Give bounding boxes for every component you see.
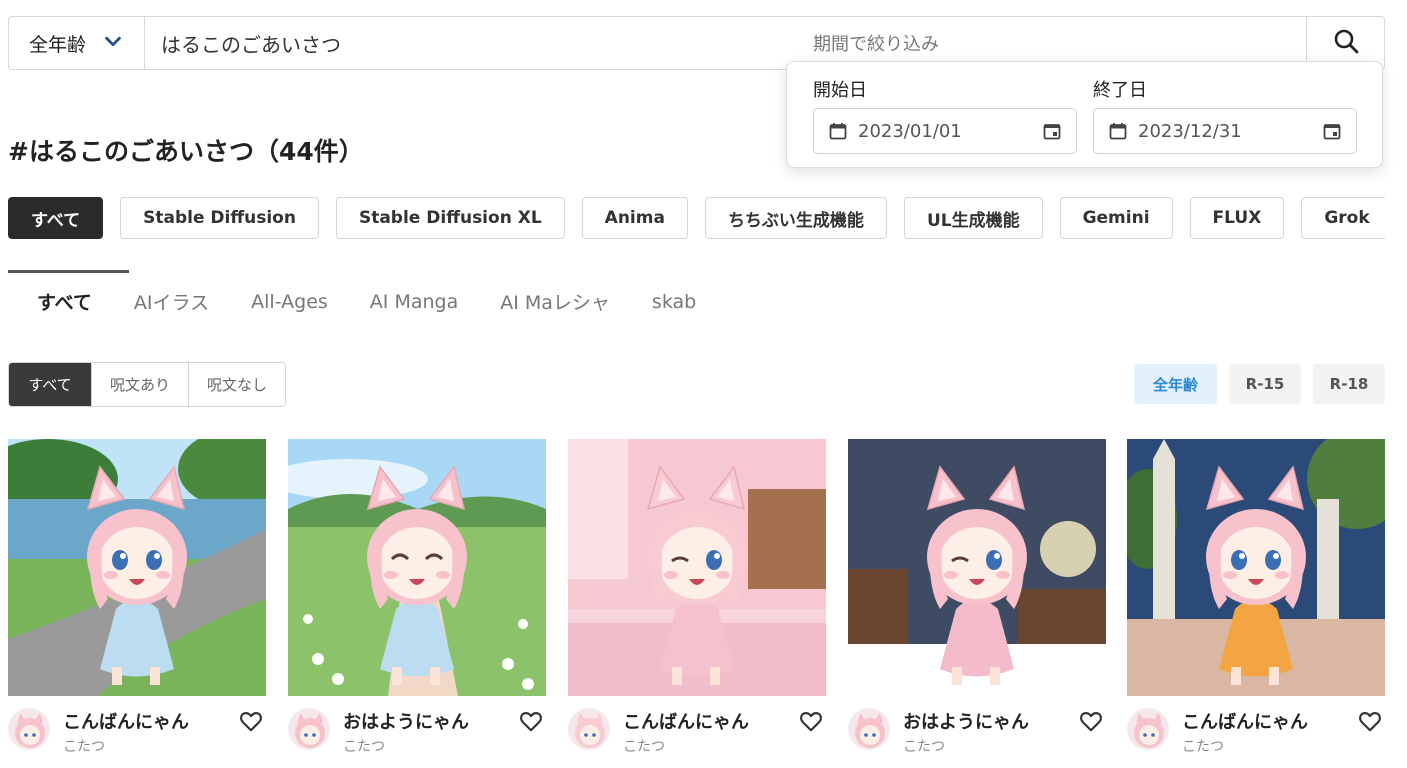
artwork-illustration [288,439,546,696]
model-chip[interactable]: すべて [8,197,104,239]
author-avatar[interactable] [848,708,890,750]
artwork-illustration [568,439,826,696]
author-avatar[interactable] [288,708,330,750]
model-filter-chips: すべて Stable Diffusion Stable Diffusion XL An… [8,197,1385,239]
artwork-title[interactable]: こんばんにゃん [623,708,749,734]
search-query: はるこのごあいさつ [161,32,341,57]
artwork-meta: おはようにゃん こたつ [288,696,546,768]
artwork-card[interactable]: おはようにゃん こたつ [288,439,546,768]
author-name[interactable]: こたつ [1182,736,1224,756]
artwork-thumbnail[interactable] [848,439,1106,696]
artwork-card[interactable]: おはようにゃん こたつ [848,439,1106,768]
age-select-value: 全年齢 [28,33,86,56]
model-chip[interactable]: Grok [1301,197,1385,239]
artwork-card[interactable]: こんばんにゃん こたつ [8,439,266,768]
artwork-thumbnail[interactable] [1127,439,1385,696]
category-tab[interactable]: skab [652,291,696,313]
author-name[interactable]: こたつ [623,736,665,756]
artwork-thumbnail[interactable] [8,439,266,696]
model-chip[interactable]: Stable Diffusion [120,197,319,239]
prompt-filter-button[interactable]: 呪文なし [188,363,285,406]
category-tab[interactable]: すべて [37,288,92,315]
page-title: #はるこのごあいさつ（44件） [8,137,364,166]
artwork-illustration [8,439,266,696]
artwork-illustration [1127,439,1385,696]
model-chip[interactable]: UL生成機能 [903,197,1043,239]
prompt-filter-button[interactable]: 呪文あり [91,363,188,406]
calendar-icon [1109,123,1127,140]
age-rating-button[interactable]: R-15 [1229,364,1301,404]
artwork-title[interactable]: おはようにゃん [903,708,1029,734]
artwork-title[interactable]: こんばんにゃん [1182,708,1308,734]
author-avatar[interactable] [568,708,610,750]
prompt-filter-group: すべて 呪文あり 呪文なし [8,362,286,407]
heart-outline-icon[interactable] [518,708,544,734]
category-tab[interactable]: All-Ages [251,291,328,313]
artwork-meta: おはようにゃん こたつ [848,696,1106,768]
end-date-label: 終了日 [1093,80,1147,101]
start-date-value: 2023/01/01 [858,120,962,142]
author-avatar[interactable] [8,708,50,750]
active-tab-indicator [8,270,129,273]
start-date-label: 開始日 [813,80,867,101]
model-chip[interactable]: Stable Diffusion XL [335,197,565,239]
category-tab[interactable]: AIイラス [134,288,209,315]
date-filter-popup: 開始日 2023/01/01 終了日 2023/12/31 [786,61,1383,168]
model-chip[interactable]: FLUX [1189,197,1285,239]
category-tab[interactable]: AI Maレシャ [500,288,610,315]
category-tabs: すべて AIイラス All-Ages AI Manga AI Maレシャ skab [37,288,696,315]
author-avatar[interactable] [1127,708,1169,750]
author-name[interactable]: こたつ [63,736,105,756]
artwork-thumbnail[interactable] [288,439,546,696]
artwork-thumbnail[interactable] [568,439,826,696]
model-chip[interactable]: ちちぶい生成機能 [704,197,887,239]
artwork-meta: こんばんにゃん こたつ [1127,696,1385,768]
artwork-card[interactable]: こんばんにゃん こたつ [568,439,826,768]
age-rating-button[interactable]: R-18 [1313,364,1385,404]
author-name[interactable]: こたつ [343,736,385,756]
model-chip[interactable]: Gemini [1059,197,1173,239]
end-date-group: 終了日 2023/12/31 [1093,76,1357,154]
calendar-picker-icon[interactable] [1042,121,1062,141]
age-rating-select[interactable]: 全年齢 [9,17,145,69]
artwork-title[interactable]: こんばんにゃん [63,708,189,734]
author-name[interactable]: こたつ [903,736,945,756]
age-rating-button[interactable]: 全年齢 [1134,364,1217,404]
start-date-input[interactable]: 2023/01/01 [813,108,1077,154]
artwork-meta: こんばんにゃん こたつ [568,696,826,768]
end-date-input[interactable]: 2023/12/31 [1093,108,1357,154]
heart-outline-icon[interactable] [1357,708,1383,734]
heart-outline-icon[interactable] [238,708,264,734]
heart-outline-icon[interactable] [1078,708,1104,734]
calendar-picker-icon[interactable] [1322,121,1342,141]
artwork-illustration [848,439,1106,696]
category-tab[interactable]: AI Manga [370,291,458,313]
artwork-card[interactable]: こんばんにゃん こたつ [1127,439,1385,768]
end-date-value: 2023/12/31 [1138,120,1242,142]
artwork-title[interactable]: おはようにゃん [343,708,469,734]
artwork-meta: こんばんにゃん こたつ [8,696,266,768]
heart-outline-icon[interactable] [798,708,824,734]
model-chip[interactable]: Anima [581,197,688,239]
prompt-filter-button[interactable]: すべて [9,363,91,406]
age-rating-filter: 全年齢 R-15 R-18 [1134,364,1385,404]
chevron-down-icon [102,30,124,57]
start-date-group: 開始日 2023/01/01 [813,76,1077,154]
calendar-icon [829,123,847,140]
search-icon [1332,27,1360,59]
